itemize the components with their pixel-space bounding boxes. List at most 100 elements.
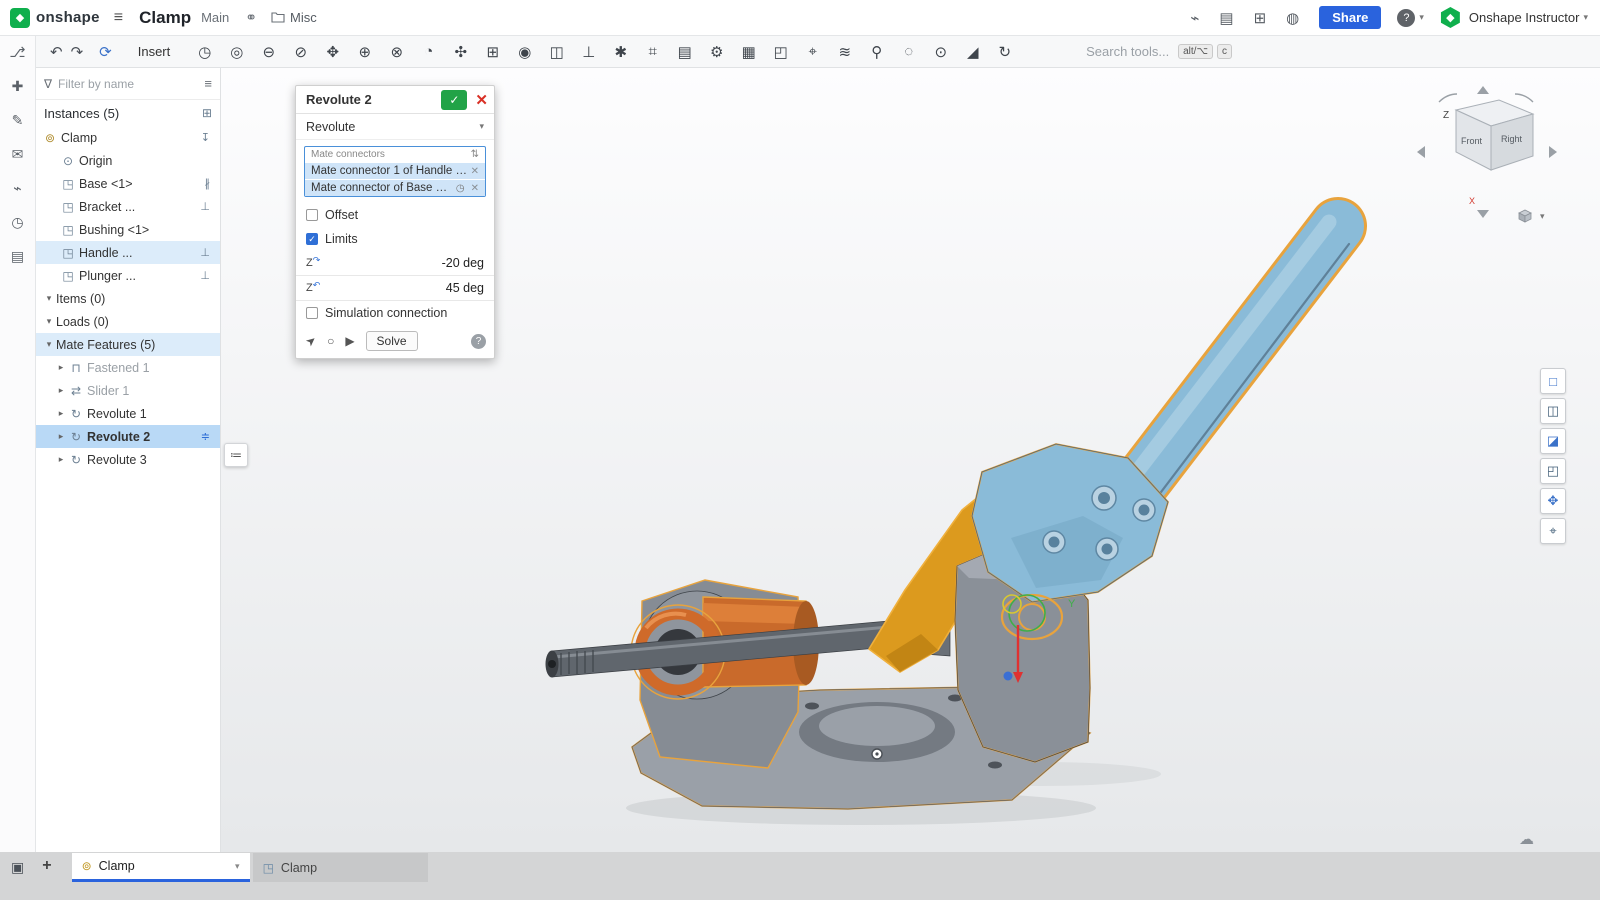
loop-icon[interactable]: ○ bbox=[327, 334, 334, 348]
limit-max-value[interactable]: 45 deg bbox=[446, 281, 484, 295]
onshape-logo-icon[interactable]: ◆ bbox=[10, 8, 30, 28]
mate-connector-status-icon[interactable]: ⊥ bbox=[200, 269, 210, 282]
rotate-down-arrow-icon[interactable] bbox=[1477, 210, 1489, 218]
tool-icon[interactable]: ⚙ bbox=[708, 43, 725, 61]
tab-clamp-partstudio[interactable]: ◳ Clamp bbox=[253, 853, 428, 882]
view-menu-button[interactable]: ▾ bbox=[1517, 208, 1545, 224]
tab-manager-icon[interactable]: ▣ bbox=[11, 859, 24, 876]
filter-input[interactable] bbox=[58, 77, 198, 91]
tool-icon[interactable]: ⊗ bbox=[388, 43, 405, 61]
accept-button[interactable]: ✓ bbox=[441, 90, 467, 110]
tool-icon[interactable]: ◷ bbox=[196, 43, 213, 61]
view-tool-icon[interactable]: ✥ bbox=[1540, 488, 1566, 514]
fixed-status-icon[interactable]: ∦ bbox=[205, 177, 211, 190]
strip-icon[interactable]: ▤ bbox=[11, 248, 24, 265]
app-store-icon[interactable]: ⊞ bbox=[1254, 9, 1267, 27]
caret-right-icon[interactable]: ▸ bbox=[54, 362, 68, 373]
filter-icon[interactable]: ∇ bbox=[44, 77, 52, 91]
new-tab-button[interactable]: + bbox=[42, 857, 51, 875]
strip-icon[interactable]: ✚ bbox=[12, 78, 24, 95]
tool-icon[interactable]: ▤ bbox=[676, 43, 693, 61]
search-tools-input[interactable] bbox=[1086, 44, 1174, 59]
animate-icon[interactable]: ▶ bbox=[345, 334, 354, 348]
rotate-right-arrow-icon[interactable] bbox=[1549, 146, 1557, 158]
update-sync-icon[interactable]: ⟳ bbox=[99, 43, 112, 61]
help-icon[interactable]: ? bbox=[1397, 9, 1415, 27]
tree-section-mate-features[interactable]: ▾ Mate Features (5) bbox=[36, 333, 220, 356]
dialog-help-icon[interactable]: ? bbox=[471, 334, 486, 349]
tree-item-origin[interactable]: ⊙ Origin bbox=[36, 149, 220, 172]
view-tool-icon[interactable]: ◪ bbox=[1540, 428, 1566, 454]
limit-min-field[interactable]: Z↷ -20 deg bbox=[296, 251, 494, 276]
mate-type-select[interactable]: Revolute ▾ bbox=[296, 114, 494, 140]
strip-icon[interactable]: ✉ bbox=[12, 146, 24, 163]
tree-item-revolute-3[interactable]: ▸ ↻ Revolute 3 bbox=[36, 448, 220, 471]
strip-icon[interactable]: ⎇ bbox=[9, 44, 25, 61]
tool-icon[interactable]: ⌗ bbox=[644, 43, 661, 60]
tab-menu-caret-icon[interactable]: ▾ bbox=[235, 861, 240, 872]
strip-icon[interactable]: ✎ bbox=[12, 112, 24, 129]
folder-name[interactable]: Misc bbox=[290, 10, 317, 25]
view-tool-icon[interactable]: ◰ bbox=[1540, 458, 1566, 484]
tool-icon[interactable]: ⌖ bbox=[804, 43, 821, 60]
caret-right-icon[interactable]: ▸ bbox=[54, 431, 68, 442]
mate-connector-status-icon[interactable]: ⊥ bbox=[200, 200, 210, 213]
onshape-wordmark[interactable]: onshape bbox=[36, 9, 100, 26]
remove-connector-icon[interactable]: ✕ bbox=[471, 183, 479, 194]
caret-right-icon[interactable]: ▸ bbox=[54, 454, 68, 465]
document-panel-icon[interactable]: ▤ bbox=[1219, 9, 1233, 27]
tool-icon[interactable]: ◔ bbox=[420, 43, 437, 60]
tool-icon[interactable]: ⊘ bbox=[292, 43, 309, 61]
caret-right-icon[interactable]: ▸ bbox=[54, 385, 68, 396]
strip-icon[interactable]: ⌁ bbox=[13, 180, 21, 197]
tree-item-bushing[interactable]: ◳ Bushing <1> bbox=[36, 218, 220, 241]
tree-item-revolute-1[interactable]: ▸ ↻ Revolute 1 bbox=[36, 402, 220, 425]
offset-checkbox[interactable] bbox=[306, 209, 318, 221]
tree-item-plunger[interactable]: ◳ Plunger ... ⊥ bbox=[36, 264, 220, 287]
help-caret-icon[interactable]: ▾ bbox=[1419, 12, 1424, 23]
instances-action-icon[interactable]: ⊞ bbox=[202, 106, 212, 120]
tree-section-items[interactable]: ▾ Items (0) bbox=[36, 287, 220, 310]
limit-min-value[interactable]: -20 deg bbox=[442, 256, 484, 270]
share-button[interactable]: Share bbox=[1319, 6, 1381, 29]
tool-icon[interactable]: ✣ bbox=[452, 43, 469, 61]
main-menu-icon[interactable]: ≡ bbox=[114, 9, 123, 27]
view-tool-icon[interactable]: ⌖ bbox=[1540, 518, 1566, 544]
share-link-icon[interactable]: ⚭ bbox=[245, 9, 257, 26]
caret-down-icon[interactable]: ▾ bbox=[42, 339, 56, 350]
roll-cw-arrow-icon[interactable] bbox=[1515, 94, 1533, 102]
selected-feature-context-button[interactable]: ≔ bbox=[224, 443, 248, 467]
tool-icon[interactable]: ⊥ bbox=[580, 43, 597, 61]
final-position-icon[interactable]: ➤ bbox=[303, 332, 320, 349]
offset-option[interactable]: Offset bbox=[296, 203, 494, 227]
mate-connector-row[interactable]: Mate connector of Base <1> ◷ ✕ bbox=[305, 179, 485, 196]
caret-down-icon[interactable]: ▾ bbox=[42, 316, 56, 327]
tool-icon[interactable]: ◰ bbox=[772, 43, 789, 61]
remove-connector-icon[interactable]: ✕ bbox=[471, 166, 479, 177]
view-cube[interactable]: Front Right Z X bbox=[1411, 82, 1561, 222]
feature-scripts-icon[interactable]: ⌁ bbox=[1190, 9, 1199, 27]
tool-icon[interactable]: ≋ bbox=[836, 43, 853, 61]
mate-connectors-box[interactable]: Mate connectors ⇅ Mate connector 1 of Ha… bbox=[304, 146, 486, 197]
tree-item-handle[interactable]: ◳ Handle ... ⊥ bbox=[36, 241, 220, 264]
strip-icon[interactable]: ◷ bbox=[11, 214, 23, 231]
solve-button[interactable]: Solve bbox=[366, 331, 418, 351]
document-title[interactable]: Clamp bbox=[139, 8, 191, 28]
tool-icon[interactable]: ▦ bbox=[740, 43, 757, 61]
undo-icon[interactable]: ↶ bbox=[50, 43, 63, 61]
tool-icon[interactable]: ◉ bbox=[516, 43, 533, 61]
limit-max-field[interactable]: Z↶ 45 deg bbox=[296, 276, 494, 301]
tool-icon[interactable]: ✥ bbox=[324, 43, 341, 61]
tool-icon[interactable]: ⊖ bbox=[260, 43, 277, 61]
tool-icon[interactable]: ◢ bbox=[964, 43, 981, 61]
insert-status-icon[interactable]: ↧ bbox=[201, 131, 210, 144]
tool-icon[interactable]: ↻ bbox=[996, 43, 1013, 61]
tree-item-slider-1[interactable]: ▸ ⇄ Slider 1 bbox=[36, 379, 220, 402]
tool-icon[interactable]: ◫ bbox=[548, 43, 565, 61]
view-tool-icon[interactable]: ◫ bbox=[1540, 398, 1566, 424]
simulation-option[interactable]: Simulation connection bbox=[296, 301, 494, 325]
tool-icon[interactable]: ✱ bbox=[612, 43, 629, 61]
tree-item-base[interactable]: ◳ Base <1> ∦ bbox=[36, 172, 220, 195]
tree-section-loads[interactable]: ▾ Loads (0) bbox=[36, 310, 220, 333]
user-menu-caret-icon[interactable]: ▾ bbox=[1583, 12, 1588, 23]
